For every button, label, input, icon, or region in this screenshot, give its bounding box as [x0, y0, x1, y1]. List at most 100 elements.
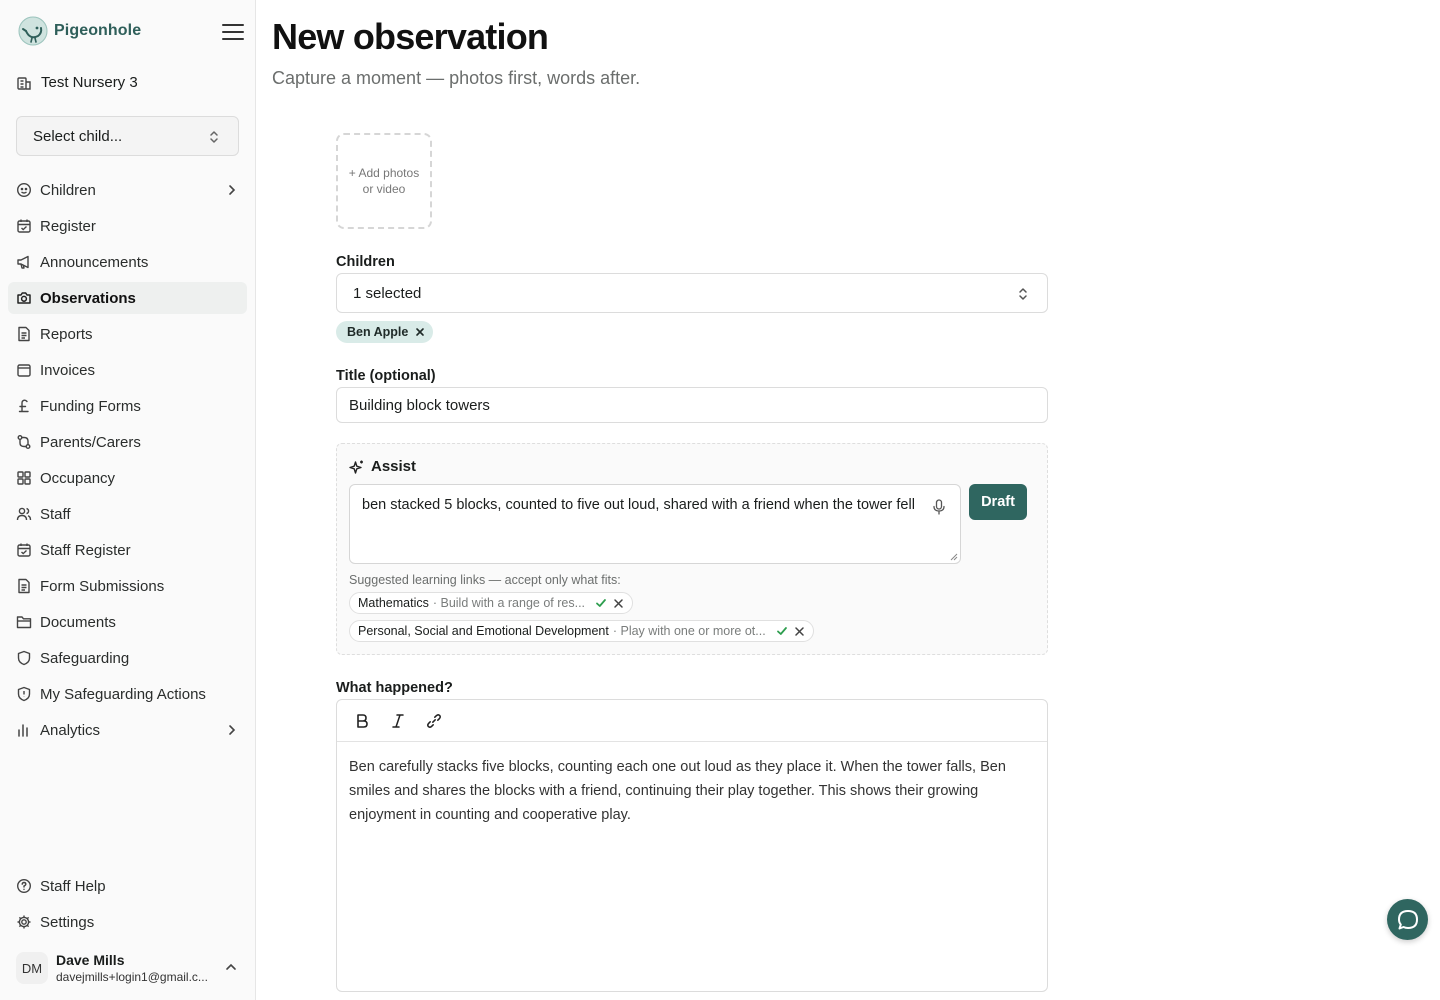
what-happened-label: What happened?	[336, 680, 453, 696]
sidebar-nav: Children Register Announcements Observat…	[8, 174, 247, 750]
chat-bubble-icon	[1397, 909, 1418, 929]
sidebar-item-parents-carers[interactable]: Parents/Carers	[8, 426, 247, 458]
editor-toolbar	[337, 700, 1047, 742]
sidebar-item-my-safeguarding-actions[interactable]: My Safeguarding Actions	[8, 678, 247, 710]
sidebar-item-settings[interactable]: Settings	[8, 906, 247, 938]
brand-name: Pigeonhole	[54, 22, 142, 39]
child-face-icon	[16, 182, 32, 198]
nursery-name[interactable]: Test Nursery 3	[16, 74, 138, 91]
child-select[interactable]: Select child...	[16, 116, 239, 156]
suggestion-area: Personal, Social and Emotional Developme…	[358, 624, 609, 638]
document-icon	[16, 326, 32, 342]
sparkles-icon	[349, 460, 363, 474]
nursery-label: Test Nursery 3	[41, 74, 138, 91]
reject-x-icon[interactable]	[613, 598, 624, 609]
bold-icon[interactable]	[353, 712, 371, 730]
remove-icon[interactable]	[415, 327, 425, 337]
suggestions-label: Suggested learning links — accept only w…	[349, 573, 621, 587]
brand[interactable]: Pigeonhole	[18, 16, 141, 46]
rich-text-editor: Ben carefully stacks five blocks, counti…	[336, 699, 1048, 992]
sidebar-item-analytics[interactable]: Analytics	[8, 714, 247, 746]
sidebar-item-label: Staff Help	[40, 877, 106, 895]
git-compare-icon	[16, 434, 32, 450]
avatar: DM	[16, 952, 48, 984]
sidebar-item-label: Safeguarding	[40, 649, 130, 667]
users-icon	[16, 506, 32, 522]
sidebar-item-staff-help[interactable]: Staff Help	[8, 870, 247, 902]
camera-icon	[16, 290, 32, 306]
children-select[interactable]: 1 selected	[336, 273, 1048, 313]
sidebar-item-label: Invoices	[40, 361, 96, 379]
sidebar-item-reports[interactable]: Reports	[8, 318, 247, 350]
suggestion-area: Mathematics	[358, 596, 429, 610]
accept-check-icon[interactable]	[776, 625, 788, 637]
suggestion-chip: Personal, Social and Emotional Developme…	[349, 620, 814, 642]
draft-button[interactable]: Draft	[969, 484, 1027, 520]
suggestion-desc: · Play with one or more ot...	[612, 624, 766, 638]
chevron-right-icon	[229, 185, 236, 195]
calendar-check-icon	[16, 542, 32, 558]
microphone-icon[interactable]	[932, 499, 946, 515]
building-icon	[17, 76, 31, 90]
sidebar-item-label: Analytics	[40, 721, 101, 739]
sidebar-item-label: Documents	[40, 613, 116, 631]
menu-icon[interactable]	[222, 22, 244, 42]
sidebar-item-occupancy[interactable]: Occupancy	[8, 462, 247, 494]
sidebar-item-staff[interactable]: Staff	[8, 498, 247, 530]
assist-textarea[interactable]: ben stacked 5 blocks, counted to five ou…	[349, 484, 961, 564]
sidebar: Pigeonhole Test Nursery 3 Select child..…	[0, 0, 256, 1000]
sidebar-item-announcements[interactable]: Announcements	[8, 246, 247, 278]
child-select-value: Select child...	[33, 127, 123, 145]
chevron-up-down-icon	[210, 131, 218, 143]
megaphone-icon	[16, 254, 32, 270]
suggestion-desc: · Build with a range of res...	[432, 596, 586, 610]
suggestion-chip: Mathematics · Build with a range of res.…	[349, 592, 634, 614]
title-input[interactable]: Building block towers	[336, 387, 1048, 423]
link-icon[interactable]	[425, 712, 443, 730]
pound-icon	[16, 398, 32, 414]
page-subtitle: Capture a moment — photos first, words a…	[272, 68, 641, 88]
user-email: davejmills+login1@gmail.c...	[56, 970, 208, 984]
calendar-check-icon	[16, 218, 32, 234]
reject-x-icon[interactable]	[794, 626, 805, 637]
resize-grip-icon[interactable]	[950, 553, 958, 561]
sidebar-item-label: Occupancy	[40, 469, 116, 487]
selected-child-chip: Ben Apple	[336, 321, 434, 343]
chat-button[interactable]	[1387, 899, 1428, 940]
sidebar-item-funding-forms[interactable]: Funding Forms	[8, 390, 247, 422]
sidebar-item-staff-register[interactable]: Staff Register	[8, 534, 247, 566]
user-menu[interactable]: DM Dave Mills davejmills+login1@gmail.c.…	[16, 946, 246, 990]
sidebar-item-label: Settings	[40, 913, 95, 931]
user-info: Dave Mills davejmills+login1@gmail.c...	[56, 952, 216, 984]
sidebar-item-label: Form Submissions	[40, 577, 165, 595]
sidebar-item-observations[interactable]: Observations	[8, 282, 247, 314]
suggestion-actions	[595, 597, 624, 609]
sidebar-item-safeguarding[interactable]: Safeguarding	[8, 642, 247, 674]
help-circle-icon	[16, 878, 32, 894]
sidebar-item-register[interactable]: Register	[8, 210, 247, 242]
shield-alert-icon	[16, 686, 32, 702]
page-title: New observation	[272, 16, 549, 57]
folder-icon	[16, 614, 32, 630]
pigeonhole-logo-icon	[18, 16, 48, 46]
sidebar-item-label: Register	[40, 217, 96, 235]
wallet-icon	[16, 362, 32, 378]
sidebar-item-label: Staff	[40, 505, 71, 523]
sidebar-item-documents[interactable]: Documents	[8, 606, 247, 638]
add-photos-button[interactable]: + Add photos or video	[336, 133, 432, 229]
chevron-right-icon	[229, 725, 236, 735]
sidebar-bottom-nav: Staff Help Settings	[8, 870, 247, 942]
sidebar-item-label: Parents/Carers	[40, 433, 141, 451]
suggestion-actions	[776, 625, 805, 637]
editor-content[interactable]: Ben carefully stacks five blocks, counti…	[337, 742, 1047, 840]
sidebar-item-invoices[interactable]: Invoices	[8, 354, 247, 386]
accept-check-icon[interactable]	[595, 597, 607, 609]
sidebar-item-label: Children	[40, 181, 96, 199]
document-icon	[16, 578, 32, 594]
sidebar-item-label: My Safeguarding Actions	[40, 685, 206, 703]
sidebar-item-form-submissions[interactable]: Form Submissions	[8, 570, 247, 602]
sidebar-item-label: Reports	[40, 325, 93, 343]
sidebar-item-children[interactable]: Children	[8, 174, 247, 206]
assist-heading: Assist	[349, 458, 416, 475]
italic-icon[interactable]	[389, 712, 407, 730]
